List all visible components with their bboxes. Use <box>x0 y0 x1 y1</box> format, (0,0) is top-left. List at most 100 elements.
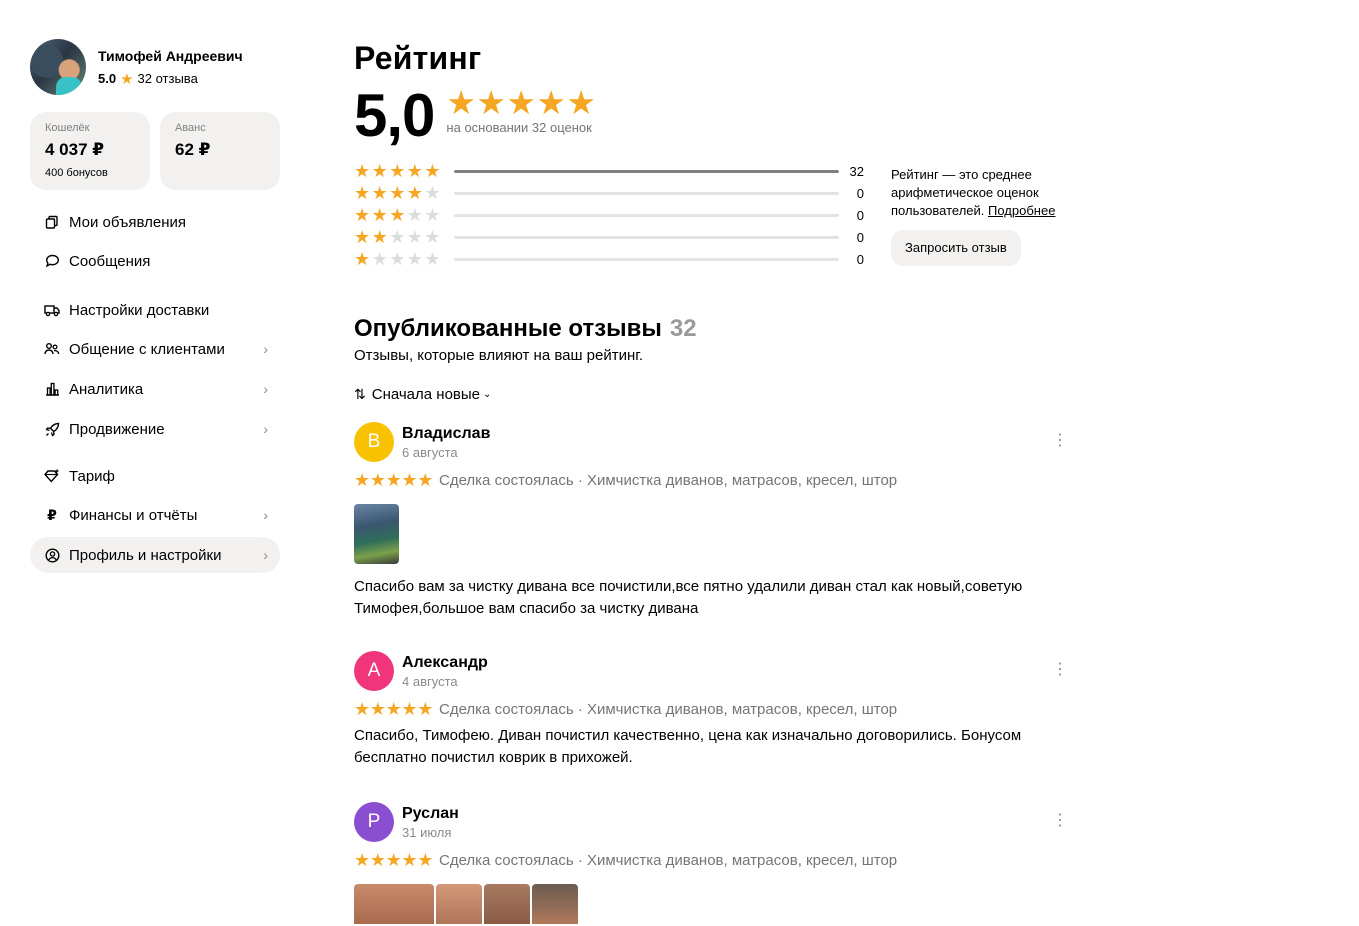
star-icon: ★ <box>401 470 418 490</box>
star-icon: ★ <box>401 850 418 870</box>
star-icon: ★ <box>406 227 423 247</box>
rating-distribution-row: ★ ★ ★ ★ ★ 0 <box>354 226 864 248</box>
page-title: Рейтинг <box>354 40 482 76</box>
avatar[interactable]: Р <box>354 802 394 842</box>
review-author: Руслан 31 июля <box>402 804 459 841</box>
avatar[interactable]: А <box>354 651 394 691</box>
wallet-label: Кошелёк <box>45 122 90 134</box>
more-options-icon[interactable]: ⋮ <box>1052 813 1068 829</box>
star-icon: ★ <box>389 227 406 247</box>
request-review-button[interactable]: Запросить отзыв <box>891 230 1021 266</box>
star-icon: ★ <box>424 161 441 181</box>
review-author-name[interactable]: Александр <box>402 653 488 673</box>
advance-card[interactable]: Аванс 62 ₽ <box>160 112 280 190</box>
sidebar-item-label: Настройки доставки <box>69 301 210 319</box>
star-icon: ★ <box>385 850 402 870</box>
rocket-icon <box>44 421 60 437</box>
profile-rating[interactable]: 5.0 ★ 32 отзыва <box>98 70 243 88</box>
diamond-icon <box>44 468 60 484</box>
people-icon <box>44 341 60 357</box>
row-stars: ★ ★ ★ ★ ★ <box>354 228 452 246</box>
star-icon: ★ <box>371 227 388 247</box>
review-header: В Владислав 6 августа <box>354 421 1074 463</box>
sidebar-item-tariff[interactable]: Тариф <box>30 458 280 494</box>
chart-icon <box>44 381 60 397</box>
star-icon: ★ <box>406 249 423 269</box>
row-stars: ★ ★ ★ ★ ★ <box>354 184 452 202</box>
sidebar-item-label: Общение с клиентами <box>69 340 225 358</box>
sidebar-item-messages[interactable]: Сообщения <box>30 243 280 279</box>
sidebar-item-label: Тариф <box>69 467 115 485</box>
sidebar-item-label: Сообщения <box>69 252 151 270</box>
star-icon: ★ <box>354 850 371 870</box>
main-content: Рейтинг 5,0 ★ ★ ★ ★ ★ на основании 32 оц… <box>354 38 1074 924</box>
sidebar-item-analytics[interactable]: Аналитика › <box>30 371 280 407</box>
row-stars: ★ ★ ★ ★ ★ <box>354 250 452 268</box>
rating-bar <box>454 235 839 239</box>
review-author: Владислав 6 августа <box>402 424 490 461</box>
star-icon: ★ <box>369 699 386 719</box>
more-options-icon[interactable]: ⋮ <box>1052 662 1068 678</box>
review-photo[interactable] <box>354 504 399 564</box>
review-photo[interactable] <box>436 884 482 924</box>
chevron-right-icon: › <box>263 547 268 563</box>
avatar[interactable]: В <box>354 422 394 462</box>
star-icon: ★ <box>476 84 507 121</box>
rating-bar <box>454 169 839 173</box>
star-icon: ★ <box>424 183 441 203</box>
sidebar-item-profile-settings[interactable]: Профиль и настройки › <box>30 537 280 573</box>
star-icon: ★ <box>417 850 434 870</box>
review-item: В Владислав 6 августа ⋮ ★ ★ ★ ★ ★ Сделка сос… <box>354 421 1074 620</box>
rating-distribution-row: ★ ★ ★ ★ ★ 0 <box>354 182 864 204</box>
sort-icon: ⇅ <box>354 386 366 402</box>
review-date: 4 августа <box>402 673 458 689</box>
chevron-right-icon: › <box>263 507 268 523</box>
wallet-amount: 4 037 ₽ <box>45 140 105 159</box>
profile-header[interactable]: Тимофей Андреевич 5.0 ★ 32 отзыва <box>30 38 280 96</box>
review-text: Спасибо, Тимофею. Диван почистил качеств… <box>354 727 1022 766</box>
sidebar-menu: Мои объявления Сообщения Настройки доста… <box>30 204 280 573</box>
chat-icon <box>44 253 60 269</box>
review-date: 31 июля <box>402 824 452 840</box>
star-icon: ★ <box>446 84 477 121</box>
sidebar-item-delivery-settings[interactable]: Настройки доставки <box>30 292 280 328</box>
rating-distribution-row: ★ ★ ★ ★ ★ 32 <box>354 160 864 182</box>
sidebar-item-label: Продвижение <box>69 420 165 438</box>
sort-label: Сначала новые <box>371 386 481 403</box>
rating-count: 0 <box>856 185 864 201</box>
star-icon: ★ <box>371 205 388 225</box>
chevron-right-icon: › <box>263 341 268 357</box>
review-photo[interactable] <box>354 884 434 924</box>
profile-name[interactable]: Тимофей Андреевич <box>98 47 243 65</box>
review-text: Спасибо вам за чистку дивана все почисти… <box>354 578 1023 617</box>
review-photo[interactable] <box>532 884 578 924</box>
reviews-title-text: Опубликованные отзывы <box>354 315 662 342</box>
review-deal-info: Сделка состоялась · Химчистка диванов, м… <box>438 851 898 869</box>
star-icon: ★ <box>369 850 386 870</box>
row-stars: ★ ★ ★ ★ ★ <box>354 206 452 224</box>
sidebar-item-client-communication[interactable]: Общение с клиентами › <box>30 331 280 367</box>
review-author-name[interactable]: Руслан <box>402 804 459 824</box>
avatar[interactable] <box>30 39 86 95</box>
more-options-icon[interactable]: ⋮ <box>1052 433 1068 449</box>
sort-dropdown[interactable]: ⇅ Сначала новые ⌄ <box>354 386 1074 403</box>
review-deal-info: Сделка состоялась · Химчистка диванов, м… <box>438 471 898 489</box>
sidebar-item-label: Финансы и отчёты <box>69 506 198 524</box>
star-icon: ★ <box>417 699 434 719</box>
review-photo[interactable] <box>484 884 530 924</box>
sidebar-item-label: Мои объявления <box>69 213 186 231</box>
wallet-card[interactable]: Кошелёк 4 037 ₽ 400 бонусов <box>30 112 150 190</box>
sidebar-item-promotion[interactable]: Продвижение › <box>30 411 280 447</box>
review-author-name[interactable]: Владислав <box>402 424 490 444</box>
review-author: Александр 4 августа <box>402 653 488 690</box>
star-icon: ★ <box>371 183 388 203</box>
sidebar-item-my-listings[interactable]: Мои объявления <box>30 204 280 240</box>
star-icon: ★ <box>566 84 597 121</box>
more-link[interactable]: Подробнее <box>988 203 1055 218</box>
profile-info: Тимофей Андреевич 5.0 ★ 32 отзыва <box>98 47 243 88</box>
sidebar-item-label: Аналитика <box>69 380 144 398</box>
rating-bar <box>454 213 839 217</box>
review-stars: ★ ★ ★ ★ ★ <box>354 471 433 489</box>
sidebar-item-finance[interactable]: ₽ Финансы и отчёты › <box>30 497 280 533</box>
rating-count: 0 <box>856 207 864 223</box>
